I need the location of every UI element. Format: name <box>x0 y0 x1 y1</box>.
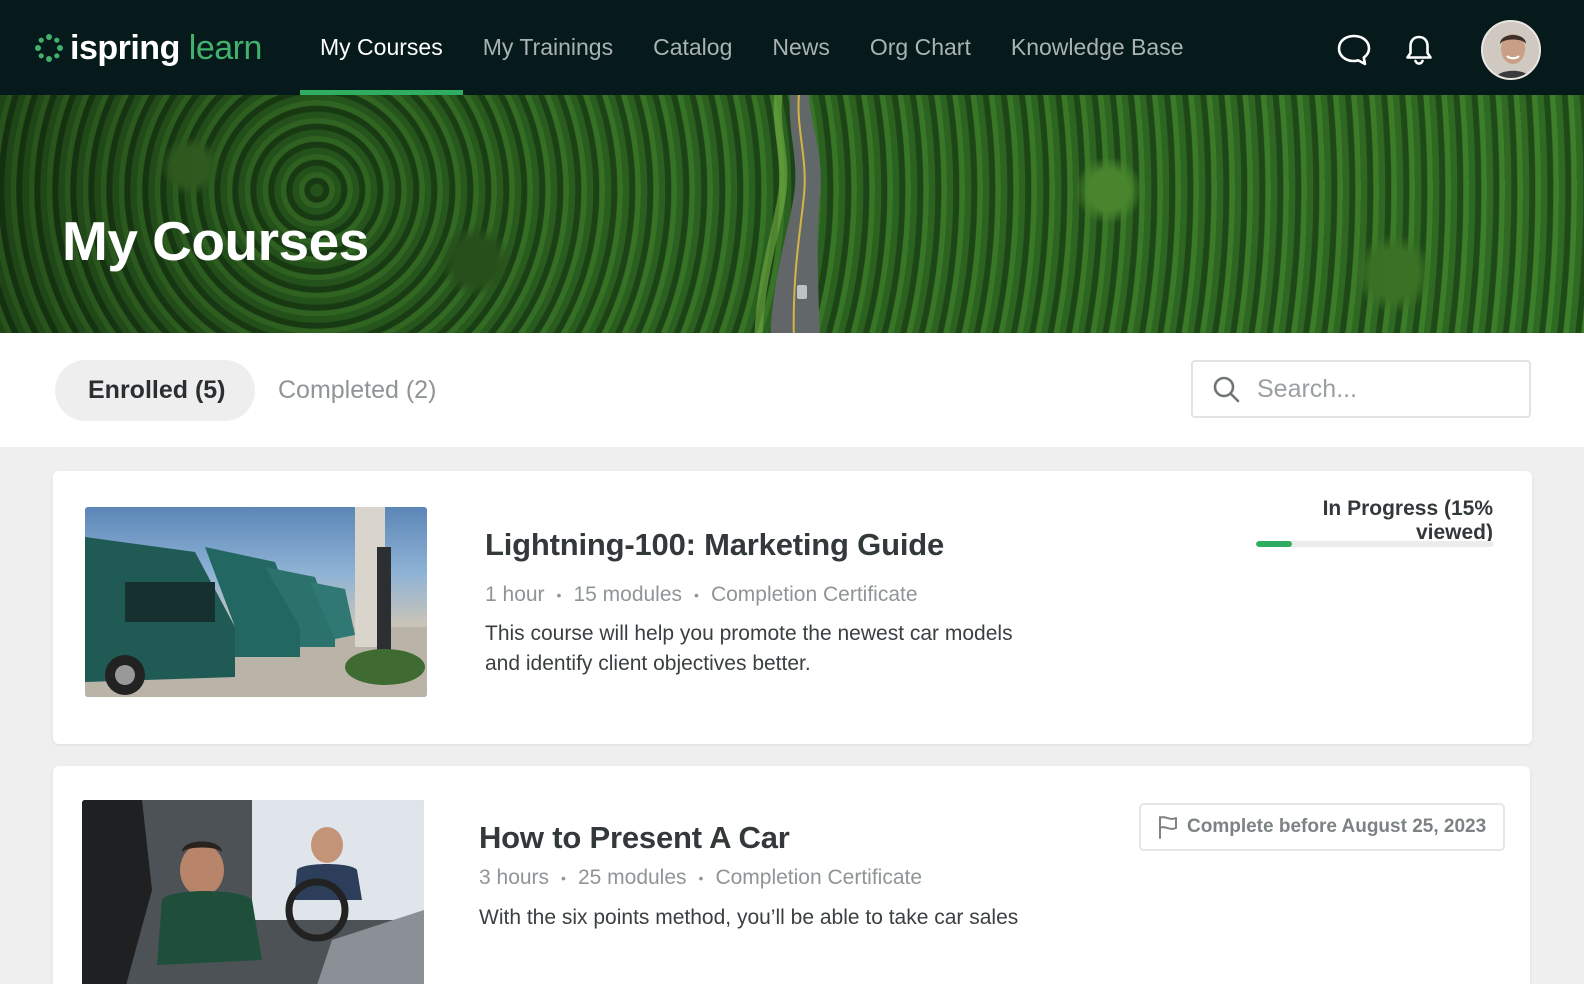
course-thumbnail-vans[interactable] <box>85 507 427 697</box>
nav-item-org-chart[interactable]: Org Chart <box>850 0 991 95</box>
logo-word-ispring: ispring <box>70 28 180 67</box>
meta-separator: • <box>561 870 566 886</box>
nav-item-knowledge-base[interactable]: Knowledge Base <box>991 0 1204 95</box>
course-title[interactable]: Lightning-100: Marketing Guide <box>485 527 944 563</box>
course-modules: 15 modules <box>573 583 683 606</box>
course-progress-fill <box>1256 541 1292 547</box>
meta-separator: • <box>694 587 699 603</box>
tab-completed[interactable]: Completed (2) <box>278 360 436 421</box>
course-card[interactable]: Lightning-100: Marketing Guide 1 hour • … <box>53 471 1532 744</box>
user-avatar[interactable] <box>1481 20 1541 80</box>
nav-item-my-courses[interactable]: My Courses <box>300 0 463 95</box>
course-status: In Progress (15% viewed) <box>1322 497 1493 544</box>
course-modules: 25 modules <box>577 866 687 889</box>
course-duration: 1 hour <box>485 583 545 606</box>
course-title[interactable]: How to Present A Car <box>479 820 790 856</box>
logo-mark-icon <box>35 34 63 62</box>
filter-bar: Enrolled (5) Completed (2) <box>0 333 1584 447</box>
course-progress-bar <box>1256 541 1494 547</box>
logo-word-learn: learn <box>188 28 263 67</box>
bell-icon[interactable] <box>1401 32 1437 68</box>
course-card[interactable]: How to Present A Car 3 hours • 25 module… <box>53 766 1530 984</box>
course-certificate: Completion Certificate <box>715 866 923 889</box>
car-presentation-illustration <box>82 800 424 984</box>
deadline-text: Complete before August 25, 2023 <box>1187 816 1487 837</box>
chat-bubble-icon[interactable] <box>1336 32 1372 68</box>
course-meta: 1 hour • 15 modules • Completion Certifi… <box>485 583 918 607</box>
vans-charging-illustration <box>85 507 427 697</box>
meta-separator: • <box>698 870 704 886</box>
nav-item-my-trainings[interactable]: My Trainings <box>463 0 633 95</box>
search-box[interactable] <box>1191 360 1531 418</box>
course-duration: 3 hours <box>479 866 550 889</box>
tab-enrolled[interactable]: Enrolled (5) <box>55 360 255 421</box>
search-input[interactable] <box>1257 374 1517 404</box>
deadline-badge: Complete before August 25, 2023 <box>1139 803 1506 851</box>
flag-icon <box>1159 816 1177 839</box>
course-meta: 3 hours • 25 modules • Completion Certif… <box>479 866 922 890</box>
meta-separator: • <box>556 587 562 603</box>
course-certificate: Completion Certificate <box>710 583 918 606</box>
hero-banner: My Courses <box>0 95 1584 333</box>
course-thumbnail-car-interior[interactable] <box>82 800 424 984</box>
course-description: With the six points method, you’ll be ab… <box>479 906 1019 929</box>
search-icon <box>1213 376 1240 403</box>
nav-item-catalog[interactable]: Catalog <box>633 0 752 95</box>
main-nav: My Courses My Trainings Catalog News Org… <box>300 0 1203 95</box>
avatar-portrait-icon <box>1483 22 1539 78</box>
logo-text: ispring learn <box>70 29 262 68</box>
course-description: This course will help you promote the ne… <box>485 622 1013 675</box>
nav-item-news[interactable]: News <box>752 0 850 95</box>
ispring-learn-logo[interactable]: ispring learn <box>34 28 262 68</box>
top-navigation-bar: ispring learn My Courses My Trainings Ca… <box>0 0 1584 95</box>
page-title: My Courses <box>62 210 369 272</box>
